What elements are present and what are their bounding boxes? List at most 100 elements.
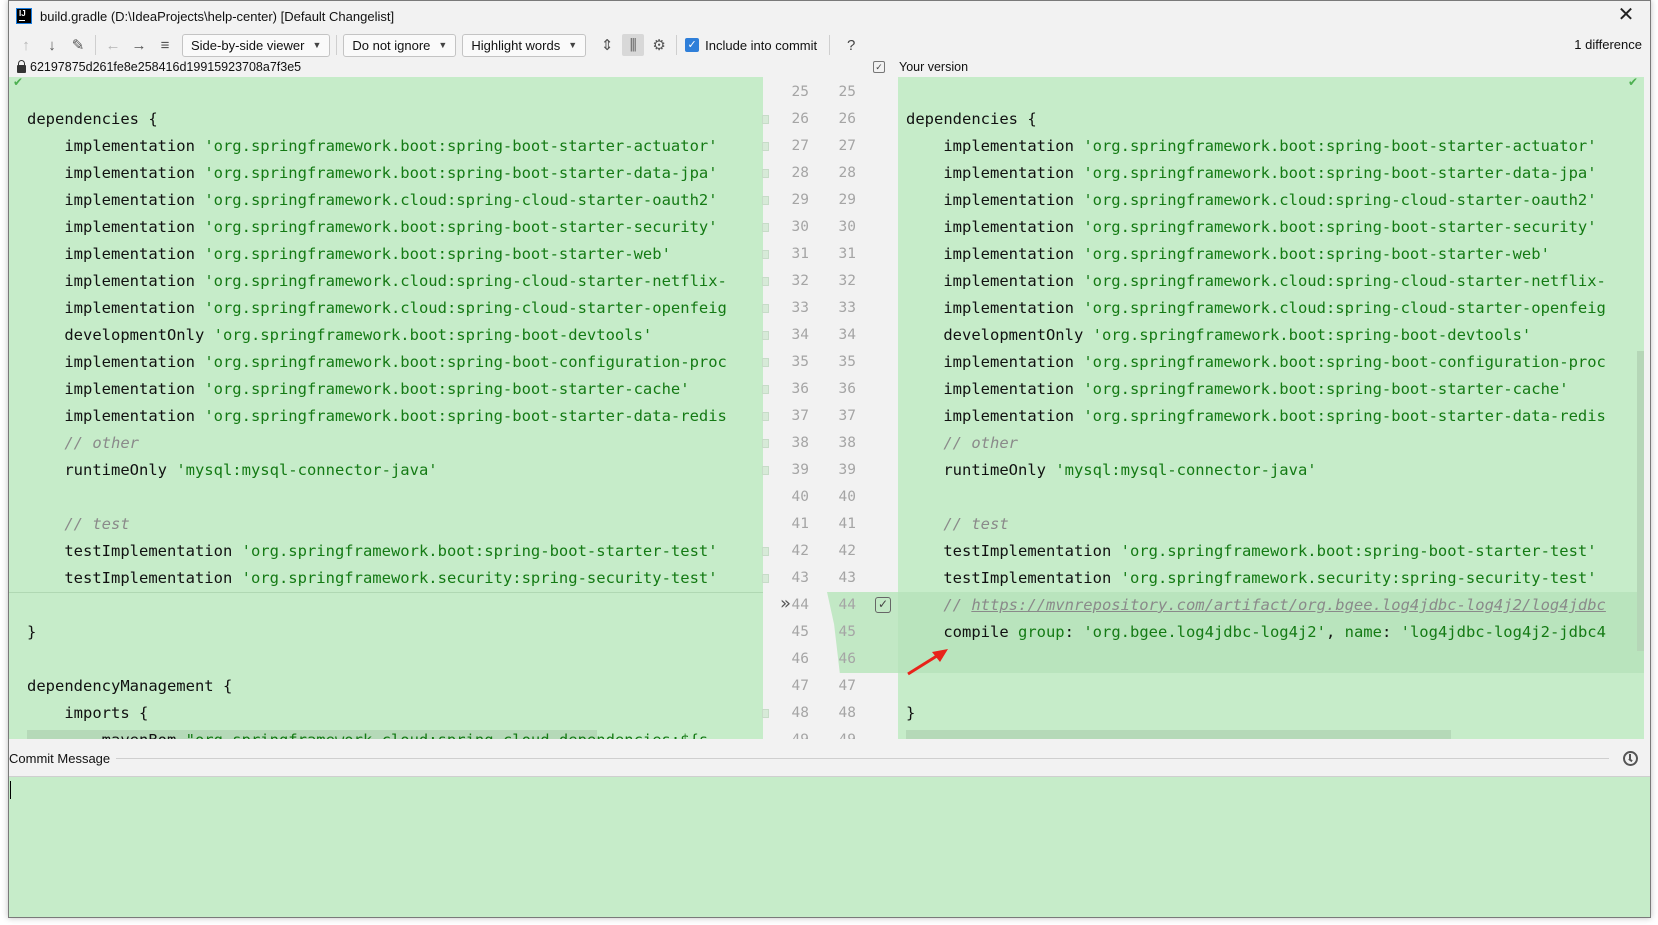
right-line-number: 38 xyxy=(838,435,856,451)
pencil-icon[interactable]: ✎ xyxy=(67,34,89,56)
highlight-select[interactable]: Highlight words ▼ xyxy=(462,33,587,57)
gear-icon[interactable]: ⚙ xyxy=(648,34,670,56)
right-line-number: 47 xyxy=(838,678,856,694)
fold-marker[interactable] xyxy=(762,277,769,286)
arrow-left-icon[interactable]: ← xyxy=(102,34,124,56)
string-literal: 'org.springframework.boot:spring-boot-co… xyxy=(1083,353,1606,371)
fold-marker[interactable] xyxy=(762,547,769,556)
fold-marker[interactable] xyxy=(762,169,769,178)
right-line-number: 42 xyxy=(838,543,856,559)
left-line-number: 27 xyxy=(791,138,809,154)
code-line: mavenBom "org.springframework.cloud:spri… xyxy=(27,727,709,739)
right-line-number: 32 xyxy=(838,273,856,289)
string-literal: 'log4jdbc-log4j2-jdbc4 xyxy=(1400,623,1606,641)
viewer-select-value: Side-by-side viewer xyxy=(191,37,305,53)
string-literal: 'org.springframework.boot:spring-boot-st… xyxy=(204,407,727,425)
left-line-number: 30 xyxy=(791,219,809,235)
fold-marker[interactable] xyxy=(762,709,769,718)
code-line: implementation 'org.springframework.clou… xyxy=(906,187,1597,214)
intellij-app-icon: IJ xyxy=(16,8,32,24)
include-into-commit-label[interactable]: Include into commit xyxy=(705,38,817,53)
string-literal: 'org.springframework.boot:spring-boot-st… xyxy=(241,542,718,560)
right-line-number: 45 xyxy=(838,624,856,640)
checkmark-icon: ✔ xyxy=(1627,77,1638,89)
left-line-number: 39 xyxy=(791,462,809,478)
code-line: // test xyxy=(906,511,1009,538)
fold-marker[interactable] xyxy=(762,142,769,151)
code-line: testImplementation 'org.springframework.… xyxy=(27,538,718,565)
chevron-down-icon: ▼ xyxy=(438,40,448,50)
clock-icon[interactable] xyxy=(1623,751,1638,766)
fold-marker[interactable] xyxy=(762,385,769,394)
code-line: implementation 'org.springframework.clou… xyxy=(27,268,727,295)
annotation-arrow-head xyxy=(932,649,948,662)
code-line: } xyxy=(906,700,915,727)
list-icon[interactable]: ≡ xyxy=(154,34,176,56)
left-editor-pane[interactable]: ✔ dependencies { implementation 'org.spr… xyxy=(9,77,763,739)
ignore-whitespace-select[interactable]: Do not ignore ▼ xyxy=(343,33,457,57)
fold-marker[interactable] xyxy=(762,250,769,259)
code-token: : xyxy=(1064,623,1084,641)
arrow-up-icon[interactable]: ↑ xyxy=(15,34,37,56)
code-token: dependencyManagement { xyxy=(27,677,233,695)
include-into-commit-checkbox[interactable]: ✓ xyxy=(685,38,700,52)
fold-marker[interactable] xyxy=(762,304,769,313)
comment: // test xyxy=(906,515,1009,533)
collapse-unchanged-icon[interactable]: ⇕ xyxy=(596,34,618,56)
fold-marker[interactable] xyxy=(762,439,769,448)
arrow-down-icon[interactable]: ↓ xyxy=(41,34,63,56)
commit-message-header: Commit Message xyxy=(9,741,1650,777)
right-line-number: 25 xyxy=(838,84,856,100)
code-token: : xyxy=(1381,623,1401,641)
code-line: implementation 'org.springframework.boot… xyxy=(906,376,1568,403)
right-line-number: 44 xyxy=(838,597,856,613)
chevron-down-icon: ▼ xyxy=(312,40,322,50)
fold-marker[interactable] xyxy=(762,331,769,340)
viewer-select[interactable]: Side-by-side viewer ▼ xyxy=(182,33,331,57)
revision-hash: 62197875d261fe8e258416d19915923708a7f3e5 xyxy=(30,60,302,74)
string-literal: 'org.springframework.boot:spring-boot-st… xyxy=(204,164,718,182)
right-line-number: 31 xyxy=(838,246,856,262)
code-line: runtimeOnly 'mysql:mysql-connector-java' xyxy=(27,457,437,484)
comment: // other xyxy=(906,434,1018,452)
include-change-checkbox[interactable]: ✓ xyxy=(875,597,891,613)
fold-marker[interactable] xyxy=(762,412,769,421)
string-literal: 'org.springframework.boot:spring-boot-de… xyxy=(213,326,653,344)
left-pane-header: 62197875d261fe8e258416d19915923708a7f3e5 xyxy=(17,58,301,76)
toolbar-separator xyxy=(336,35,338,55)
string-literal: 'org.springframework.boot:spring-boot-st… xyxy=(204,380,690,398)
help-icon[interactable]: ? xyxy=(840,34,862,56)
code-token: implementation xyxy=(906,353,1084,371)
close-icon[interactable]: ✕ xyxy=(1616,5,1636,25)
arrow-right-icon[interactable]: → xyxy=(128,34,150,56)
string-literal: 'org.springframework.boot:spring-boot-st… xyxy=(204,218,718,236)
right-line-number: 43 xyxy=(838,570,856,586)
fold-marker[interactable] xyxy=(762,223,769,232)
string-literal: 'org.springframework.cloud:spring-cloud-… xyxy=(1083,191,1597,209)
code-token: implementation xyxy=(906,380,1084,398)
fold-marker[interactable] xyxy=(762,358,769,367)
fold-marker[interactable] xyxy=(762,115,769,124)
double-chevron-right-icon[interactable]: » xyxy=(780,593,791,614)
right-line-number: 36 xyxy=(838,381,856,397)
right-editor-pane[interactable]: ✔ dependencies { implementation 'org.spr… xyxy=(898,77,1644,739)
right-line-number: 27 xyxy=(838,138,856,154)
synchronize-scrolling-icon[interactable]: ⫼ xyxy=(622,34,645,56)
url-link[interactable]: https://mvnrepository.com/artifact/org.b… xyxy=(971,596,1606,614)
code-token: , xyxy=(1325,623,1345,641)
commit-message-input[interactable] xyxy=(9,777,1650,917)
code-token: implementation xyxy=(27,245,205,263)
code-token: } xyxy=(906,704,916,722)
left-line-number: 38 xyxy=(791,435,809,451)
fold-marker[interactable] xyxy=(762,574,769,583)
right-line-number: 30 xyxy=(838,219,856,235)
left-line-number: 47 xyxy=(791,678,809,694)
code-token: implementation xyxy=(27,299,205,317)
fold-marker[interactable] xyxy=(762,196,769,205)
include-all-checkbox[interactable]: ✓ xyxy=(873,61,885,73)
right-line-number: 41 xyxy=(838,516,856,532)
vertical-scrollbar[interactable] xyxy=(1637,351,1644,651)
code-token: implementation xyxy=(906,218,1084,236)
left-line-number: 34 xyxy=(791,327,809,343)
fold-marker[interactable] xyxy=(762,466,769,475)
